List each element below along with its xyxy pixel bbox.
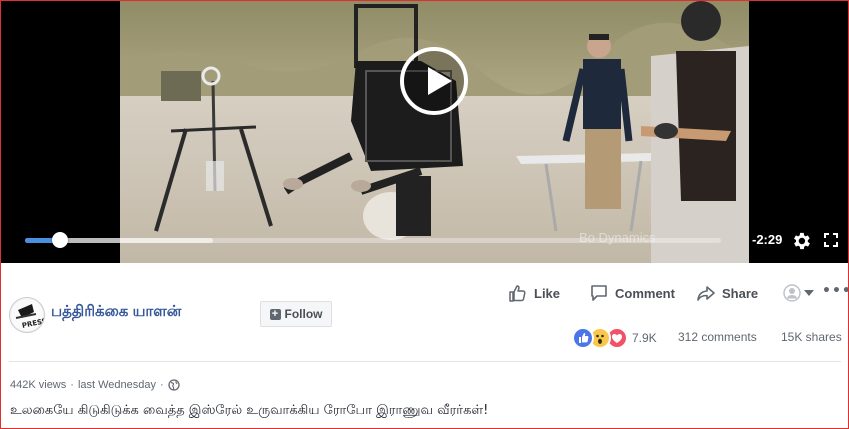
views-count: 442K views xyxy=(10,379,67,391)
shares-count[interactable]: 15K shares xyxy=(781,330,842,344)
share-button[interactable]: Share xyxy=(696,282,758,304)
time-remaining: -2:29 xyxy=(752,232,783,247)
globe-icon[interactable] xyxy=(168,379,180,391)
post-frame: Bo Dynamics -2:29 Like Comment Share •••… xyxy=(0,0,849,429)
press-logo: PRESS xyxy=(11,299,44,331)
play-icon xyxy=(428,67,452,95)
like-button[interactable]: Like xyxy=(508,282,560,304)
share-label: Share xyxy=(722,285,759,301)
audience-selector[interactable] xyxy=(783,284,814,302)
play-button[interactable] xyxy=(400,47,468,115)
follow-button[interactable]: + Follow xyxy=(260,301,332,327)
post-date[interactable]: last Wednesday xyxy=(78,379,156,391)
avatar[interactable]: PRESS xyxy=(9,297,45,333)
video-scrubber[interactable] xyxy=(25,232,721,248)
like-label: Like xyxy=(534,285,561,301)
comment-icon xyxy=(591,285,607,301)
reactions-summary[interactable]: 7.9K xyxy=(572,327,657,349)
profile-icon xyxy=(783,284,801,302)
thumbs-up-icon xyxy=(509,285,526,302)
more-options-icon[interactable]: ••• xyxy=(822,283,848,299)
share-icon xyxy=(697,286,715,301)
reactions-count: 7.9K xyxy=(632,331,657,345)
follow-label: Follow xyxy=(284,307,323,321)
comment-button[interactable]: Comment xyxy=(589,282,675,304)
gear-icon[interactable] xyxy=(790,230,812,252)
video-player[interactable]: Bo Dynamics -2:29 xyxy=(1,1,848,263)
comments-count[interactable]: 312 comments xyxy=(678,330,757,344)
fullscreen-icon[interactable] xyxy=(823,232,839,248)
like-reaction-icon xyxy=(572,327,594,349)
meta-separator: · xyxy=(160,379,164,391)
page-name[interactable]: பத்திரிக்கை யாளன் xyxy=(51,303,181,322)
scrubber-handle[interactable] xyxy=(51,232,68,248)
post-caption: உலகையே கிடுகிடுக்க வைத்த இஸ்ரேல் உருவாக்… xyxy=(10,403,489,418)
divider xyxy=(9,361,841,362)
video-frame xyxy=(1,1,848,263)
caret-down-icon xyxy=(804,290,814,296)
plus-icon: + xyxy=(269,308,281,320)
comment-label: Comment xyxy=(615,285,675,301)
post-meta: 442K views · last Wednesday · xyxy=(10,379,180,391)
meta-separator: · xyxy=(70,379,74,391)
